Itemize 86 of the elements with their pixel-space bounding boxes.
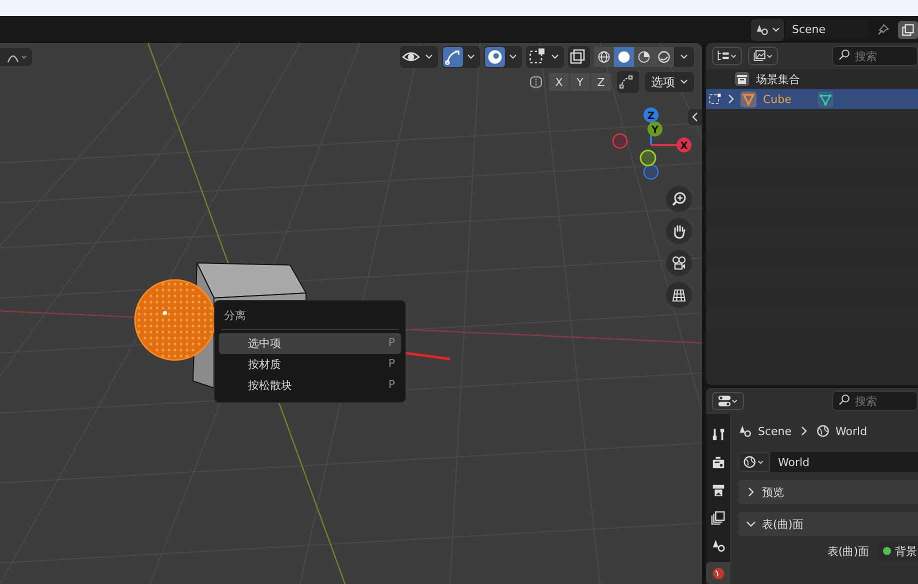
wireframe-sphere-icon	[597, 50, 611, 64]
object-icon	[708, 92, 722, 106]
overlapping-squares-icon	[569, 49, 585, 65]
chevron-down-icon[interactable]	[551, 54, 559, 60]
chevron-down-icon	[680, 79, 688, 85]
new-scene-button[interactable]	[898, 20, 918, 38]
solid-shading-button[interactable]	[614, 47, 634, 67]
mirror-icon	[529, 75, 543, 89]
rendered-sphere-icon	[657, 50, 671, 64]
menu-item-label: 选中项	[248, 336, 281, 351]
menu-item[interactable]: 按材质 P	[219, 354, 401, 375]
chevron-down-icon[interactable]	[509, 54, 517, 60]
toggle-switches-icon	[716, 394, 740, 408]
chevron-down-icon[interactable]	[680, 54, 688, 60]
output-icon	[710, 482, 726, 498]
camera-icon[interactable]	[666, 250, 692, 276]
proportional-falloff-dropdown[interactable]	[0, 48, 32, 66]
collection-label[interactable]: 场景集合	[756, 72, 800, 86]
menu-title: 分离	[223, 308, 247, 324]
collapse-sidebar-button[interactable]	[688, 109, 702, 125]
breadcrumb-item: World	[836, 424, 868, 438]
pin-icon[interactable]	[876, 22, 890, 36]
zoom-icon[interactable]	[666, 186, 692, 212]
world-icon	[816, 424, 830, 438]
editor-type-dropdown[interactable]	[712, 392, 744, 410]
copy-icon	[901, 22, 915, 36]
scene-icon	[755, 22, 769, 36]
search-field[interactable]: 搜索	[832, 46, 918, 66]
material-shading-button[interactable]	[634, 47, 654, 67]
scene-icon	[738, 424, 752, 438]
scene-selector[interactable]	[751, 18, 784, 40]
menu-item[interactable]: 选中项 P	[219, 333, 401, 354]
chevron-down-icon[interactable]	[425, 54, 433, 60]
wireframe-shading-button[interactable]	[594, 47, 614, 67]
3d-viewport[interactable]: Z Y X X Y Z 选项 分离 选中项 P 按材质 P 按松散块 P	[0, 43, 702, 584]
overlay-toggle-icon[interactable]	[485, 47, 505, 67]
filter-dropdown[interactable]	[748, 47, 778, 65]
surface-label: 表(曲)面	[827, 544, 869, 558]
object-name: Cube	[763, 92, 792, 106]
mirror-axis-button[interactable]: X	[549, 73, 569, 91]
search-icon	[838, 49, 850, 61]
scene-icon	[710, 538, 726, 554]
rendered-shading-button[interactable]	[654, 47, 674, 67]
navigation-gizmo[interactable]: Z Y X	[612, 108, 692, 180]
menu-item-label: 按松散块	[248, 378, 292, 393]
vertex-merge-icon	[618, 74, 634, 90]
mesh-object-icon	[740, 90, 757, 108]
mirror-axis-button[interactable]: Y	[570, 73, 590, 91]
hand-icon[interactable]	[666, 218, 692, 244]
outliner-list-icon	[716, 49, 738, 63]
globe-icon	[742, 455, 766, 469]
mirror-axis-button[interactable]: Z	[591, 73, 611, 91]
image-stack-icon	[752, 49, 774, 63]
material-sphere-icon	[637, 50, 651, 64]
panel-title[interactable]: 预览	[762, 484, 784, 500]
socket-dot-icon	[883, 547, 891, 555]
chevron-left-icon	[692, 112, 698, 122]
breadcrumb-item: Scene	[758, 424, 792, 438]
chevron-down-icon	[772, 26, 780, 32]
auto-merge-button[interactable]	[617, 71, 639, 93]
render-icon	[710, 455, 726, 470]
chevron-down-icon[interactable]	[467, 54, 475, 60]
menu-item[interactable]: 按松散块 P	[219, 375, 401, 396]
search-icon	[838, 394, 850, 406]
collection-icon	[734, 71, 750, 87]
panel-title[interactable]: 表(曲)面	[762, 516, 804, 532]
world-icon	[710, 566, 726, 581]
world-browse-dropdown[interactable]	[738, 452, 770, 472]
solid-sphere-icon	[617, 50, 631, 64]
chevron-right-icon	[800, 426, 807, 436]
grid-icon[interactable]	[666, 282, 692, 308]
world-name-field[interactable]: World	[770, 452, 918, 472]
outliner-row[interactable]: Cube	[706, 89, 918, 109]
search-field[interactable]: 搜索	[832, 391, 918, 411]
scene-name-field[interactable]: Scene	[786, 20, 868, 39]
menu-item-label: 按材质	[248, 357, 281, 372]
shortcut-key: P	[388, 336, 395, 351]
shortcut-key: P	[388, 357, 395, 372]
display-mode-dropdown[interactable]	[712, 47, 742, 65]
mesh-data-icon[interactable]	[817, 90, 834, 108]
gizmo-toggle-icon[interactable]	[443, 47, 463, 67]
chevron-icon[interactable]	[746, 487, 756, 497]
shortcut-key: P	[388, 378, 395, 393]
tool-icon	[710, 427, 726, 442]
xray-button[interactable]	[568, 46, 590, 68]
chevron-icon[interactable]	[746, 519, 756, 529]
